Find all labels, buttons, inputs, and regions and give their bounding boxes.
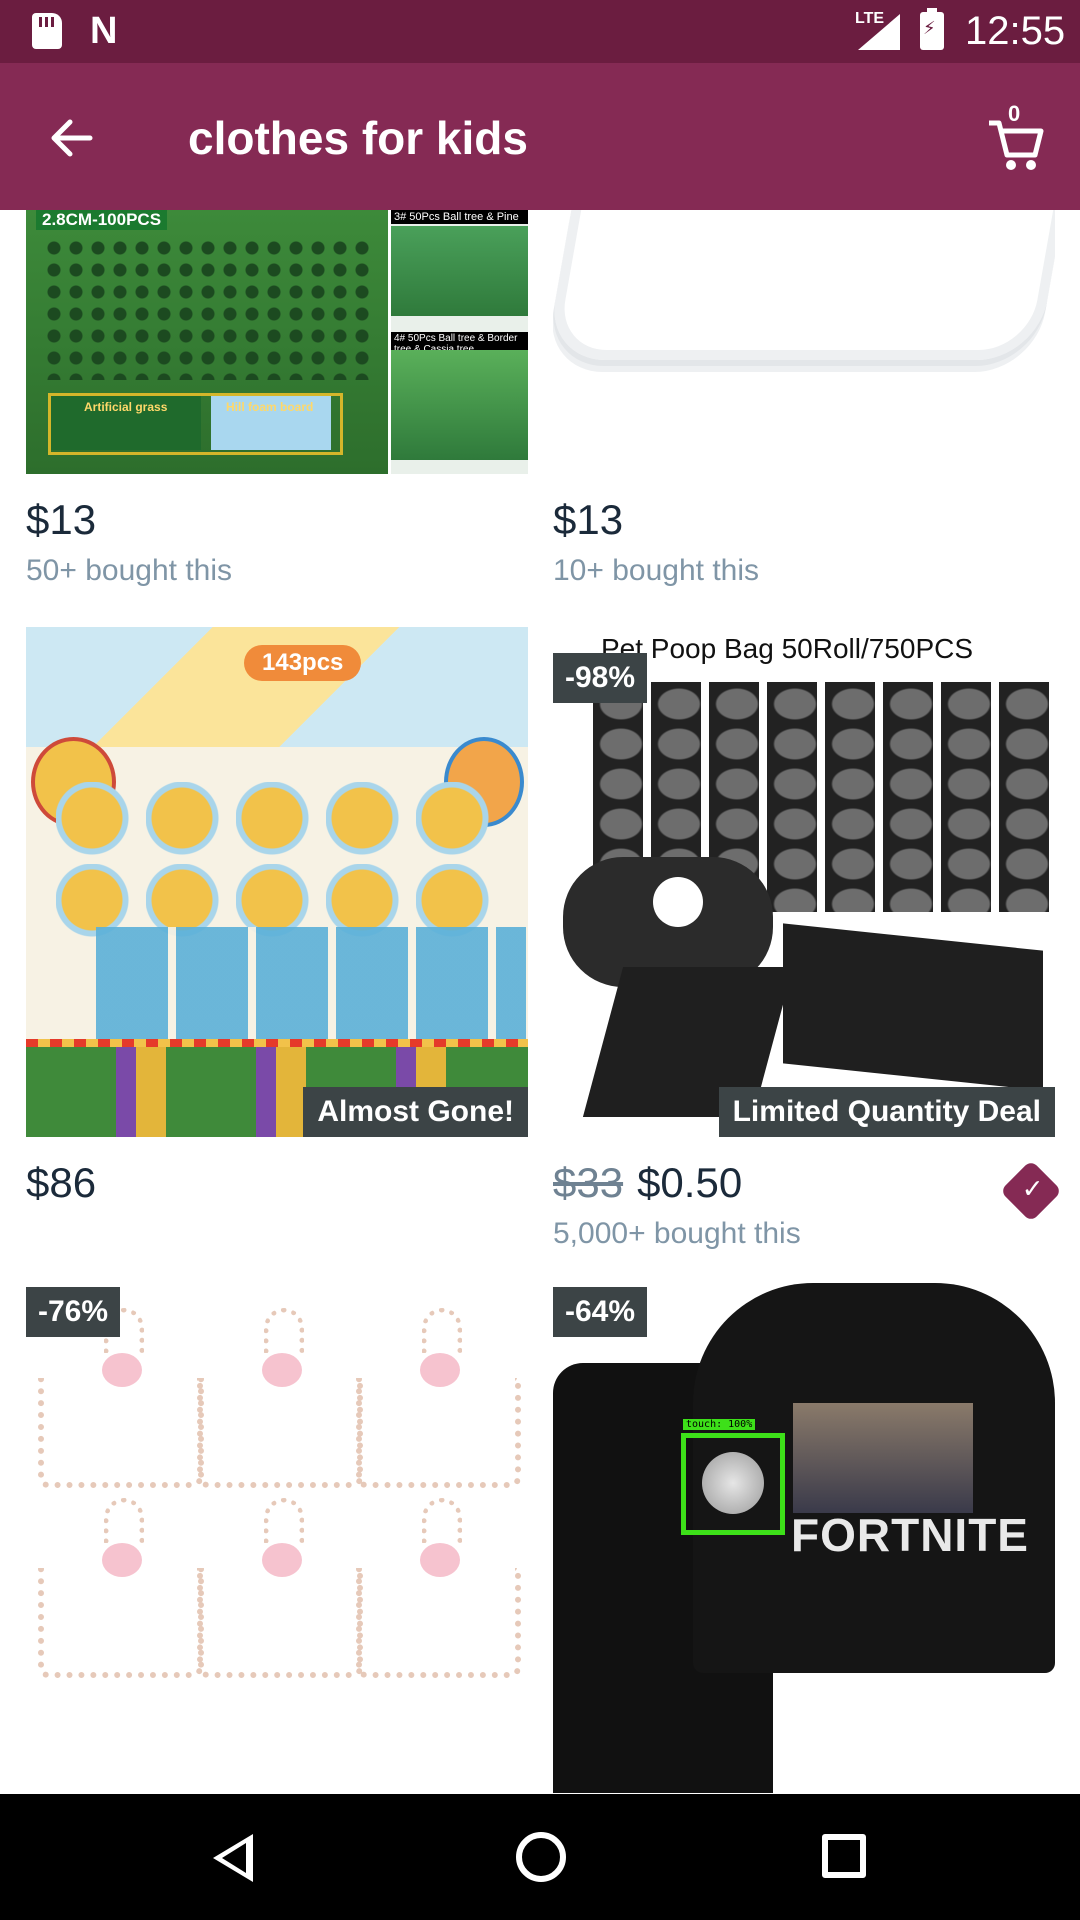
image-header-text: 2.8CM-100PCS bbox=[36, 210, 168, 230]
bought-count: 10+ bought this bbox=[553, 554, 760, 587]
tree-pattern bbox=[46, 240, 376, 380]
battery-charging-icon bbox=[920, 8, 944, 50]
cart-count-badge: 0 bbox=[1008, 101, 1021, 126]
price-row: $13 bbox=[26, 496, 528, 544]
plates bbox=[56, 782, 506, 937]
product-card[interactable]: 143pcs Almost Gone! $86 bbox=[26, 627, 528, 1207]
bought-count: 5,000+ bought this bbox=[553, 1217, 801, 1250]
touch-point bbox=[702, 1452, 764, 1514]
side-header-text: 3# 50Pcs Ball tree & Pine bbox=[391, 210, 528, 224]
pink-hanger bbox=[198, 1308, 363, 1488]
original-price: $33 bbox=[553, 1159, 624, 1206]
product-card[interactable]: Pet Poop Bag 50Roll/750PCS -98% Limited … bbox=[553, 627, 1063, 1251]
product-card[interactable]: -76% bbox=[26, 1283, 528, 1793]
hoodie-print bbox=[793, 1403, 973, 1513]
foam-label: Hill foam board bbox=[226, 400, 314, 414]
back-button[interactable] bbox=[42, 108, 102, 168]
hoodie-brand-text: FORTNITE bbox=[791, 1509, 1029, 1561]
product-card[interactable]: FORTNITE touch: 100% -64% bbox=[553, 1283, 1055, 1793]
paw-print-icon bbox=[653, 877, 703, 927]
price: $0.50 bbox=[637, 1159, 743, 1206]
product-image[interactable]: 2.8CM-100PCS Artificial grass Hill foam … bbox=[26, 210, 528, 474]
discount-badge: -76% bbox=[26, 1287, 121, 1337]
stock-badge: Almost Gone! bbox=[303, 1087, 528, 1137]
app-bar: clothes for kids 0 bbox=[0, 63, 1080, 210]
bag-strip bbox=[783, 923, 1043, 1091]
discount-badge: -64% bbox=[553, 1287, 648, 1337]
price: $13 bbox=[553, 496, 624, 543]
sd-card-icon bbox=[32, 13, 62, 49]
status-bar: N LTE 12:55 bbox=[0, 0, 1080, 63]
image-side-panel: 3# 50Pcs Ball tree & Pine 4# 50Pcs Ball … bbox=[391, 210, 528, 474]
price: $13 bbox=[26, 496, 97, 543]
deal-badge: Limited Quantity Deal bbox=[718, 1087, 1055, 1137]
product-image[interactable] bbox=[553, 210, 1055, 474]
price-row: $13 bbox=[553, 496, 1055, 544]
nav-back-icon[interactable] bbox=[213, 1834, 253, 1882]
system-nav-bar bbox=[0, 1794, 1080, 1920]
napkins bbox=[96, 927, 526, 1047]
signal-icon bbox=[858, 14, 900, 50]
touch-label: touch: 100% bbox=[683, 1419, 756, 1430]
discount-badge: -98% bbox=[553, 653, 648, 703]
nav-recents-icon[interactable] bbox=[822, 1834, 866, 1878]
product-image[interactable]: 143pcs Almost Gone! bbox=[26, 627, 528, 1137]
side-photo-2 bbox=[391, 350, 528, 460]
pink-hanger bbox=[356, 1498, 521, 1678]
image-main-panel: 2.8CM-100PCS Artificial grass Hill foam … bbox=[26, 210, 388, 474]
white-hanger-stack bbox=[553, 210, 1055, 360]
side-photo-1 bbox=[391, 226, 528, 316]
arrow-left-icon bbox=[51, 119, 93, 157]
price-row: $86 bbox=[26, 1159, 528, 1207]
status-time: 12:55 bbox=[965, 9, 1066, 53]
product-image[interactable]: FORTNITE touch: 100% -64% bbox=[553, 1283, 1055, 1793]
pieces-pill: 143pcs bbox=[244, 645, 362, 681]
pink-hanger bbox=[356, 1308, 521, 1488]
n-notification-icon: N bbox=[90, 10, 118, 52]
bought-count: 50+ bought this bbox=[26, 554, 233, 587]
page-title: clothes for kids bbox=[188, 112, 528, 164]
product-image[interactable]: Pet Poop Bag 50Roll/750PCS -98% Limited … bbox=[553, 627, 1055, 1137]
touch-indicator bbox=[681, 1433, 785, 1535]
product-card[interactable]: $13 10+ bought this bbox=[553, 210, 1055, 588]
grass-label: Artificial grass bbox=[84, 400, 168, 414]
product-card[interactable]: 2.8CM-100PCS Artificial grass Hill foam … bbox=[26, 210, 528, 588]
image-caption: Pet Poop Bag 50Roll/750PCS bbox=[601, 633, 974, 664]
pink-hanger bbox=[38, 1308, 203, 1488]
product-image[interactable]: -76% bbox=[26, 1283, 528, 1793]
pink-hanger bbox=[198, 1498, 363, 1678]
product-grid: 2.8CM-100PCS Artificial grass Hill foam … bbox=[0, 210, 1080, 1794]
pink-hanger bbox=[38, 1498, 203, 1678]
price: $86 bbox=[26, 1159, 97, 1206]
price-row: $33 $0.50 bbox=[553, 1159, 1055, 1207]
nav-home-icon[interactable] bbox=[516, 1832, 566, 1882]
